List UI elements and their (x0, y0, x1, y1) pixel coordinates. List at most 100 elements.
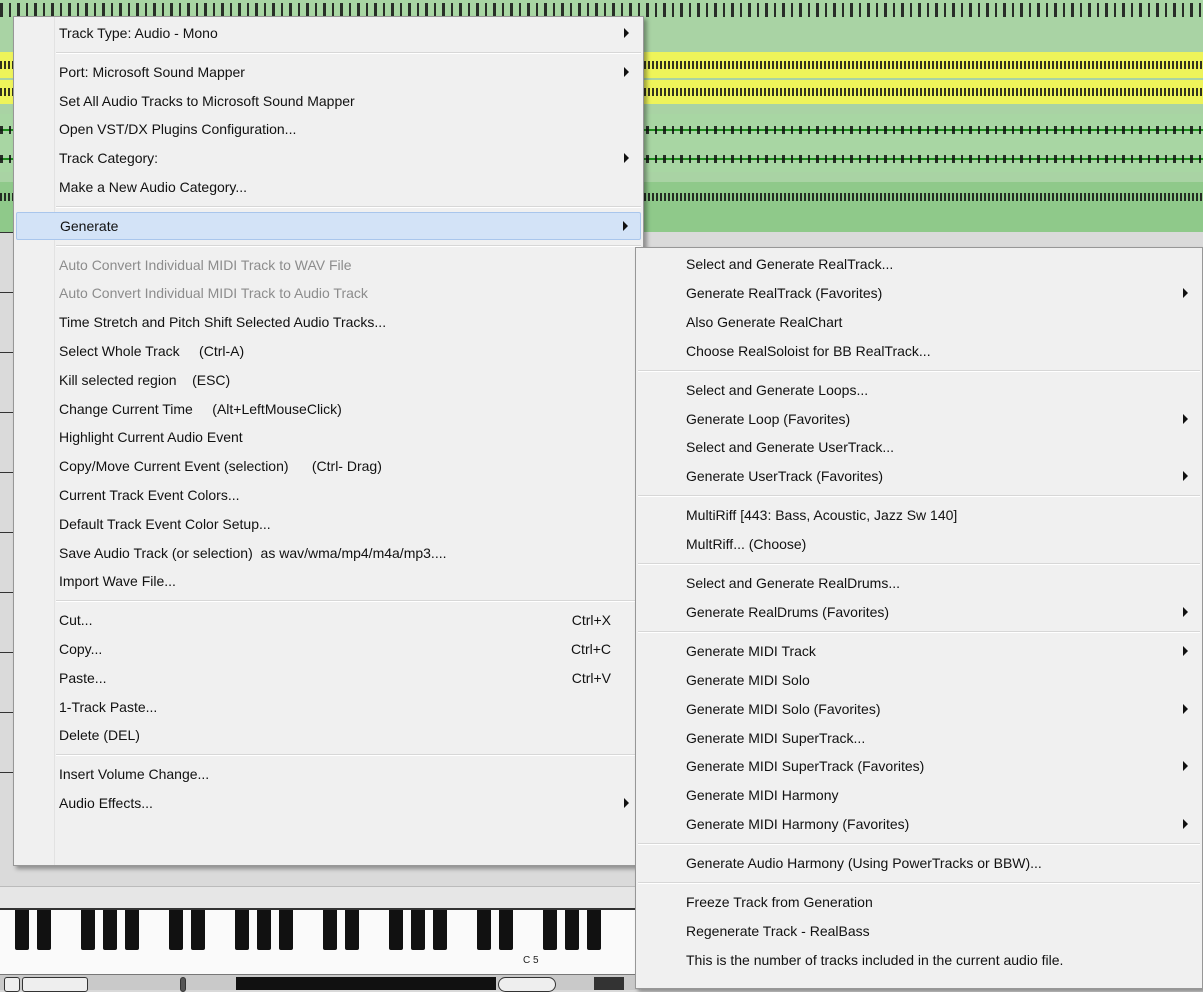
menu-item-paste[interactable]: Paste... Ctrl+V (16, 664, 641, 692)
menu-item-import-wave-file[interactable]: Import Wave File... (16, 567, 641, 595)
menu-item-generate-usertrack-favorites[interactable]: Generate UserTrack (Favorites) (638, 462, 1200, 490)
menu-item-select-and-generate-loops[interactable]: Select and Generate Loops... (638, 376, 1200, 404)
menu-item-label: 1-Track Paste... (59, 698, 158, 715)
menu-item-audio-effects[interactable]: Audio Effects... (16, 789, 641, 817)
menu-item-set-all-audio-tracks-to-microsoft-sound-[interactable]: Set All Audio Tracks to Microsoft Sound … (16, 87, 641, 115)
piano-keyboard[interactable] (0, 908, 640, 976)
menu-item-shortcut: Ctrl+X (571, 612, 611, 629)
piano-black-key[interactable] (345, 910, 359, 950)
menu-item-delete-del[interactable]: Delete (DEL) (16, 721, 641, 749)
menu-item-open-vst-dx-plugins-configuration[interactable]: Open VST/DX Plugins Configuration... (16, 115, 641, 143)
menu-item-generate-midi-harmony-favorites[interactable]: Generate MIDI Harmony (Favorites) (638, 810, 1200, 838)
menu-item-copy[interactable]: Copy... Ctrl+C (16, 635, 641, 663)
menu-item-current-track-event-colors[interactable]: Current Track Event Colors... (16, 481, 641, 509)
menu-item-generate-audio-harmony-using-powertracks[interactable]: Generate Audio Harmony (Using PowerTrack… (638, 849, 1200, 877)
menu-item-select-whole-track-ctrl-a[interactable]: Select Whole Track (Ctrl-A) (16, 337, 641, 365)
menu-item-multiriff-443-bass-acoustic-jazz-sw-140[interactable]: MultiRiff [443: Bass, Acoustic, Jazz Sw … (638, 501, 1200, 529)
menu-item-label: Time Stretch and Pitch Shift Selected Au… (59, 314, 387, 331)
menu-item-label: Audio Effects... (59, 795, 153, 811)
piano-black-key[interactable] (15, 910, 29, 950)
menu-item-select-and-generate-realtrack[interactable]: Select and Generate RealTrack... (638, 250, 1200, 278)
toolbar-button[interactable] (4, 977, 20, 992)
menu-item-regenerate-track-realbass[interactable]: Regenerate Track - RealBass (638, 917, 1200, 945)
piano-black-key[interactable] (125, 910, 139, 950)
menu-item-kill-selected-region-esc[interactable]: Kill selected region (ESC) (16, 366, 641, 394)
submenu-arrow-icon (623, 220, 628, 231)
piano-black-key[interactable] (103, 910, 117, 950)
menu-item-time-stretch-and-pitch-shift-selected-au[interactable]: Time Stretch and Pitch Shift Selected Au… (16, 308, 641, 336)
menu-item-generate-midi-track[interactable]: Generate MIDI Track (638, 637, 1200, 665)
menu-item-copy-move-current-event-selection-ctrl-d[interactable]: Copy/Move Current Event (selection) (Ctr… (16, 452, 641, 480)
menu-item-label: Generate MIDI Harmony (Favorites) (686, 816, 910, 833)
menu-item-insert-volume-change[interactable]: Insert Volume Change... (16, 760, 641, 788)
menu-item-label: Change Current Time (Alt+LeftMouseClick) (59, 400, 342, 417)
piano-black-key[interactable] (257, 910, 271, 950)
submenu-arrow-icon (1183, 819, 1188, 830)
menu-item-generate-midi-solo[interactable]: Generate MIDI Solo (638, 666, 1200, 694)
menu-separator (56, 754, 641, 757)
menu-item-label: Import Wave File... (59, 573, 176, 590)
menu-item-track-category[interactable]: Track Category: (16, 144, 641, 172)
menu-item-default-track-event-color-setup[interactable]: Default Track Event Color Setup... (16, 510, 641, 538)
menu-item-make-a-new-audio-category[interactable]: Make a New Audio Category... (16, 173, 641, 201)
menu-item-select-and-generate-usertrack[interactable]: Select and Generate UserTrack... (638, 433, 1200, 461)
menu-item-generate-realtrack-favorites[interactable]: Generate RealTrack (Favorites) (638, 279, 1200, 307)
menu-item-highlight-current-audio-event[interactable]: Highlight Current Audio Event (16, 423, 641, 451)
piano-black-key[interactable] (169, 910, 183, 950)
menu-item-track-type-audio-mono[interactable]: Track Type: Audio - Mono (16, 19, 641, 47)
menu-item-label: Current Track Event Colors... (59, 487, 240, 503)
octave-label: C 5 (523, 955, 539, 966)
menu-item-label: Track Category: (59, 150, 159, 167)
piano-black-key[interactable] (565, 910, 579, 950)
menu-separator (56, 51, 641, 54)
toolbar-button[interactable] (594, 977, 624, 990)
submenu-arrow-icon (624, 798, 629, 808)
submenu-arrow-icon (624, 153, 629, 164)
menu-item-also-generate-realchart[interactable]: Also Generate RealChart (638, 308, 1200, 336)
piano-black-key[interactable] (191, 910, 205, 950)
piano-black-key[interactable] (389, 910, 403, 950)
menu-item-cut[interactable]: Cut... Ctrl+X (16, 606, 641, 634)
menu-separator (56, 600, 641, 603)
menu-item-label: Highlight Current Audio Event (59, 429, 243, 446)
piano-black-key[interactable] (323, 910, 337, 950)
piano-black-key[interactable] (235, 910, 249, 950)
menu-item-generate-realdrums-favorites[interactable]: Generate RealDrums (Favorites) (638, 598, 1200, 626)
menu-item-save-audio-track-or-selection-as-wav-wma[interactable]: Save Audio Track (or selection) as wav/w… (16, 539, 641, 567)
piano-black-key[interactable] (543, 910, 557, 950)
menu-item-label: Also Generate RealChart (686, 313, 843, 330)
toolbar-button[interactable] (498, 977, 556, 992)
piano-black-key[interactable] (499, 910, 513, 950)
piano-black-key[interactable] (279, 910, 293, 950)
menu-item-change-current-time-alt-leftmouseclick[interactable]: Change Current Time (Alt+LeftMouseClick) (16, 395, 641, 423)
menu-item-shortcut: Ctrl+V (571, 669, 611, 686)
toolbar-button[interactable] (22, 977, 88, 992)
submenu-arrow-icon (1183, 761, 1188, 772)
menu-item-auto-convert-individual-midi-track-to-wa: Auto Convert Individual MIDI Track to WA… (16, 251, 641, 279)
piano-black-key[interactable] (587, 910, 601, 950)
menu-item-choose-realsoloist-for-bb-realtrack[interactable]: Choose RealSoloist for BB RealTrack... (638, 337, 1200, 365)
menu-item-generate-midi-solo-favorites[interactable]: Generate MIDI Solo (Favorites) (638, 695, 1200, 723)
menu-item-generate-loop-favorites[interactable]: Generate Loop (Favorites) (638, 405, 1200, 433)
menu-item-generate-midi-harmony[interactable]: Generate MIDI Harmony (638, 781, 1200, 809)
menu-item-freeze-track-from-generation[interactable]: Freeze Track from Generation (638, 888, 1200, 916)
piano-black-key[interactable] (433, 910, 447, 950)
menu-item-select-and-generate-realdrums[interactable]: Select and Generate RealDrums... (638, 569, 1200, 597)
piano-black-key[interactable] (81, 910, 95, 950)
piano-black-key[interactable] (411, 910, 425, 950)
menu-separator (56, 205, 641, 208)
menu-item-1-track-paste[interactable]: 1-Track Paste... (16, 693, 641, 721)
menu-item-this-is-the-number-of-tracks-included-in[interactable]: This is the number of tracks included in… (638, 946, 1200, 974)
menu-item-multriff-choose[interactable]: MultRiff... (Choose) (638, 530, 1200, 558)
piano-black-key[interactable] (37, 910, 51, 950)
menu-separator (56, 244, 641, 247)
submenu-arrow-icon (1183, 606, 1188, 617)
menu-item-label: Generate MIDI Track (686, 642, 816, 659)
menu-item-generate-midi-supertrack[interactable]: Generate MIDI SuperTrack... (638, 724, 1200, 752)
generate-submenu: Select and Generate RealTrack... Generate… (635, 247, 1203, 989)
menu-item-generate[interactable]: Generate (16, 211, 641, 240)
menu-item-port-microsoft-sound-mapper[interactable]: Port: Microsoft Sound Mapper (16, 58, 641, 86)
menu-item-generate-midi-supertrack-favorites[interactable]: Generate MIDI SuperTrack (Favorites) (638, 752, 1200, 780)
piano-black-key[interactable] (477, 910, 491, 950)
display-panel (236, 977, 496, 990)
